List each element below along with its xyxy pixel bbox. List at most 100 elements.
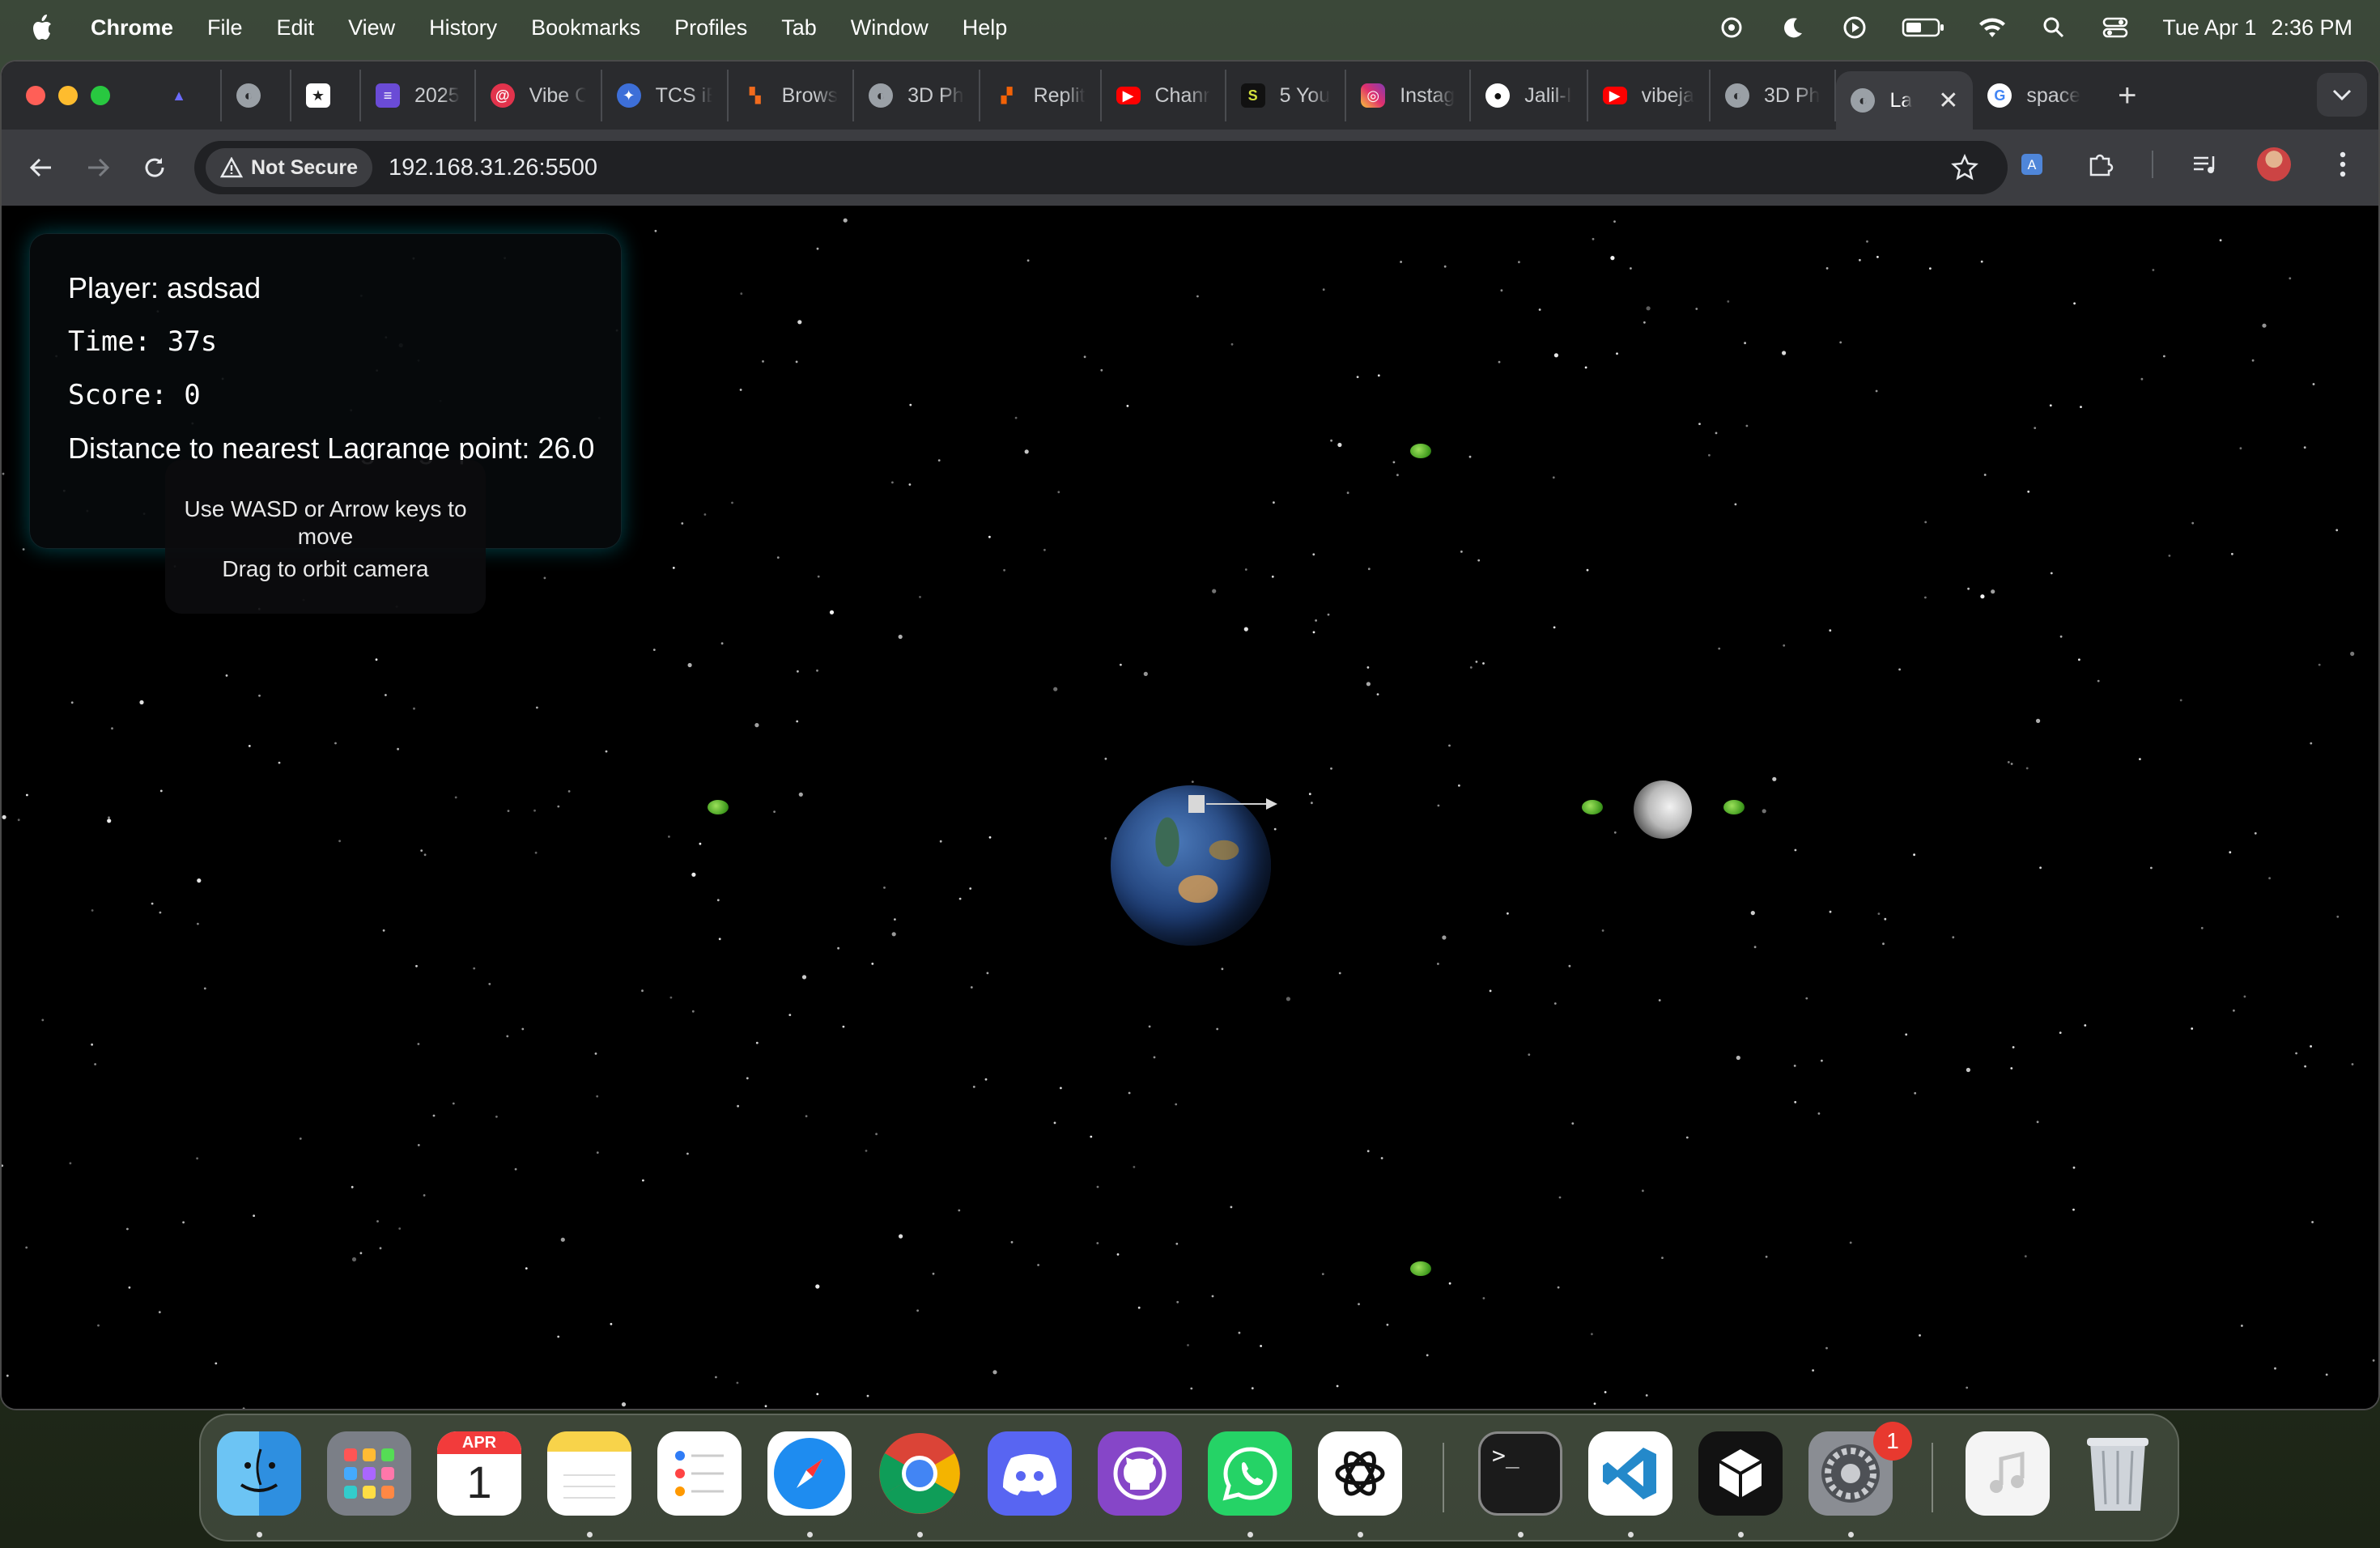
tab-rocket[interactable]: ▲: [152, 70, 222, 121]
safari-icon[interactable]: [767, 1431, 852, 1516]
chrome-icon[interactable]: [878, 1431, 962, 1516]
browser-window: ▲ ◐ ★ ≡ 2025 @ Vibe C ✦ TCS iE ▚ Brows ◐…: [0, 60, 2380, 1410]
menu-edit[interactable]: Edit: [277, 15, 315, 40]
tab-label: La: [1889, 88, 1913, 112]
star: [1442, 935, 1447, 940]
close-window-button[interactable]: [26, 86, 45, 105]
star: [1613, 831, 1617, 834]
notes-icon[interactable]: [547, 1431, 631, 1516]
star: [894, 918, 896, 921]
star: [22, 548, 25, 551]
forward-arrow-icon[interactable]: [79, 149, 117, 186]
reminders-icon[interactable]: [657, 1431, 742, 1516]
star: [1386, 1323, 1389, 1326]
whatsapp-icon[interactable]: [1208, 1431, 1292, 1516]
menu-file[interactable]: File: [207, 15, 243, 40]
menu-bar-clock[interactable]: Tue Apr 1 2:36 PM: [2162, 15, 2352, 40]
menu-window[interactable]: Window: [851, 15, 929, 40]
tab-tcs[interactable]: ✦ TCS iE: [602, 70, 729, 121]
security-chip[interactable]: Not Secure: [206, 148, 372, 187]
tab-globe[interactable]: ◐: [222, 70, 291, 121]
calendar-icon[interactable]: APR 1: [437, 1431, 521, 1516]
new-tab-icon[interactable]: +: [2118, 78, 2136, 114]
finder-icon[interactable]: [217, 1431, 301, 1516]
star: [817, 575, 820, 578]
menu-tab[interactable]: Tab: [781, 15, 817, 40]
unity-hub-icon[interactable]: [1698, 1431, 1783, 1516]
game-canvas[interactable]: Player: asdsad Time: 37s Score: 0 Distan…: [2, 206, 2378, 1409]
star: [379, 1247, 382, 1250]
media-queue-icon[interactable]: [2189, 148, 2221, 181]
star-app-icon: ★: [306, 83, 330, 108]
chatgpt-status-icon[interactable]: [1717, 13, 1746, 42]
tab-instagram[interactable]: ◎ Instag: [1346, 70, 1472, 121]
apple-icon[interactable]: [29, 14, 53, 41]
lagrange-point-l2: [1723, 800, 1745, 814]
star: [2336, 915, 2340, 918]
spotlight-search-icon[interactable]: [2039, 13, 2068, 42]
music-icon[interactable]: [1966, 1431, 2050, 1516]
extensions-puzzle-icon[interactable]: [2084, 148, 2116, 181]
star: [488, 983, 491, 985]
star: [681, 522, 684, 525]
battery-icon[interactable]: [1902, 13, 1945, 42]
launchpad-icon[interactable]: [327, 1431, 411, 1516]
bookmark-star-icon[interactable]: [1951, 154, 1978, 181]
address-bar[interactable]: Not Secure 192.168.31.26:5500: [194, 141, 2008, 194]
star: [1877, 912, 1881, 915]
profile-avatar[interactable]: [2257, 147, 2291, 181]
terminal-icon[interactable]: >_: [1478, 1431, 1562, 1516]
tab-github[interactable]: ● Jalil-I: [1471, 70, 1588, 121]
menu-profiles[interactable]: Profiles: [674, 15, 747, 40]
tab-2025[interactable]: ≡ 2025: [361, 70, 476, 121]
star: [2325, 1373, 2328, 1376]
discord-icon[interactable]: [988, 1431, 1072, 1516]
tab-3d-physics-1[interactable]: ◐ 3D Ph: [854, 70, 980, 121]
menu-bookmarks[interactable]: Bookmarks: [531, 15, 640, 40]
moon-icon[interactable]: [1779, 13, 1808, 42]
tab-3d-physics-2[interactable]: ◐ 3D Ph: [1711, 70, 1837, 121]
toolbar-extensions: A: [2016, 147, 2359, 181]
star: [871, 963, 874, 965]
running-indicator: [807, 1532, 813, 1537]
tab-replit[interactable]: ▞ Replit: [980, 70, 1102, 121]
menu-history[interactable]: History: [429, 15, 497, 40]
running-indicator: [1358, 1532, 1363, 1537]
trash-icon[interactable]: [2076, 1431, 2160, 1516]
github-desktop-icon[interactable]: [1098, 1431, 1182, 1516]
tab-star-app[interactable]: ★: [291, 70, 361, 121]
tab-active-lagrange[interactable]: ◐ La ✕: [1836, 71, 1974, 130]
wifi-icon[interactable]: [1978, 13, 2007, 42]
star: [737, 1104, 739, 1108]
tab-space[interactable]: G space: [1973, 70, 2095, 121]
kebab-menu-icon[interactable]: [2327, 148, 2359, 181]
star: [1104, 757, 1107, 760]
url-text[interactable]: 192.168.31.26:5500: [389, 155, 597, 181]
menu-view[interactable]: View: [348, 15, 395, 40]
vscode-icon[interactable]: [1588, 1431, 1672, 1516]
chatgpt-icon[interactable]: [1318, 1431, 1402, 1516]
close-tab-icon[interactable]: ✕: [1938, 87, 1958, 115]
dock-divider: [1443, 1443, 1444, 1512]
tab-browse[interactable]: ▚ Brows: [729, 70, 855, 121]
star: [1260, 1345, 1262, 1347]
star: [2, 472, 5, 475]
translate-extension-icon[interactable]: A: [2016, 148, 2048, 181]
calendar-day: 1: [466, 1457, 492, 1508]
reload-icon[interactable]: [136, 149, 173, 186]
zoom-window-button[interactable]: [91, 86, 110, 105]
tab-vibejam[interactable]: ▶ vibeja: [1588, 70, 1711, 121]
star: [669, 996, 673, 999]
control-center-icon[interactable]: [2101, 13, 2130, 42]
menu-app-name[interactable]: Chrome: [91, 15, 173, 40]
tab-vibe[interactable]: @ Vibe C: [476, 70, 602, 121]
back-arrow-icon[interactable]: [23, 149, 60, 186]
menu-help[interactable]: Help: [963, 15, 1008, 40]
play-circle-icon[interactable]: [1840, 13, 1869, 42]
star: [1839, 341, 1842, 344]
tab-5-you[interactable]: S 5 You: [1226, 70, 1347, 121]
star: [1616, 352, 1618, 355]
minimize-window-button[interactable]: [58, 86, 78, 105]
tab-search-button[interactable]: [2317, 73, 2367, 117]
tab-channel[interactable]: ▶ Chanr: [1102, 70, 1226, 121]
